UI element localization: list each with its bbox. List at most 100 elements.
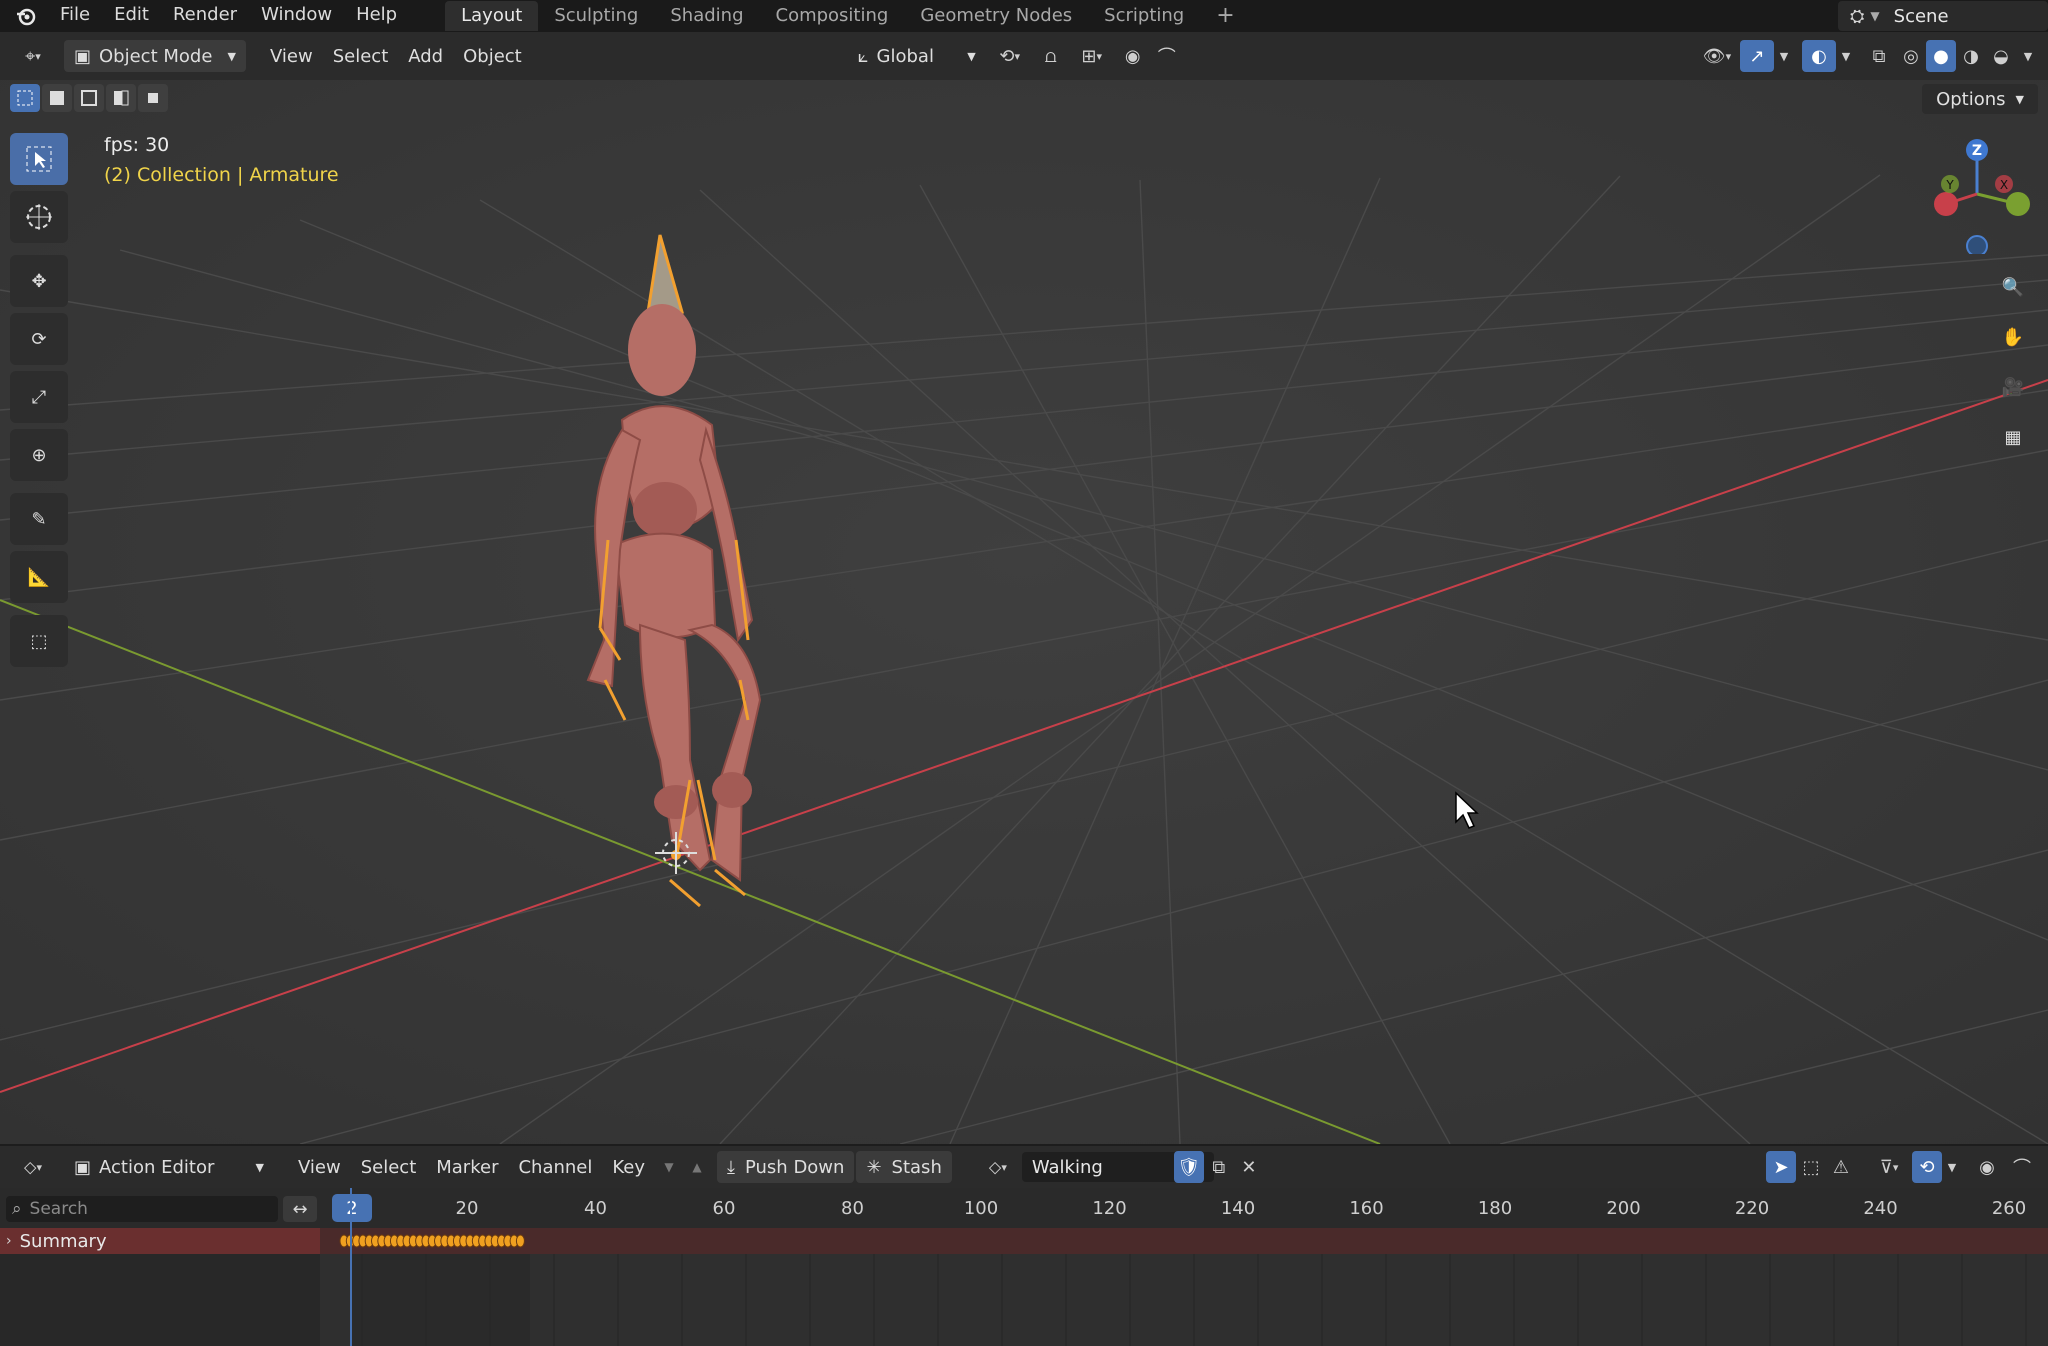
move-tool-icon[interactable]: ✥ xyxy=(10,255,68,307)
tab-geometry-nodes[interactable]: Geometry Nodes xyxy=(904,1,1088,31)
menu-render[interactable]: Render xyxy=(161,0,249,32)
menu-edit[interactable]: Edit xyxy=(102,0,161,32)
snap-keyframes-icon[interactable]: ⟲ xyxy=(1912,1151,1942,1183)
blender-logo-icon[interactable] xyxy=(8,0,44,32)
annotate-tool-icon[interactable]: ✎ xyxy=(10,493,68,545)
rotate-tool-icon[interactable]: ⟳ xyxy=(10,313,68,365)
chevron-down-icon: ▼ xyxy=(2015,92,2024,106)
action-browse-icon[interactable]: ⬦ ▾ xyxy=(974,1151,1022,1183)
chevron-down-icon: ▼ xyxy=(1870,9,1880,23)
editor-type-icon[interactable]: ⬦ ▾ xyxy=(10,1151,56,1183)
chevron-down-icon[interactable]: ▼ xyxy=(2016,40,2040,72)
menu-object[interactable]: Object xyxy=(453,40,532,72)
frame-ruler[interactable]: ⌕ Search ↔ 2 20 40 60 80 100 120 140 160 180 200 2… xyxy=(0,1188,2048,1228)
channel-search-input[interactable]: ⌕ Search xyxy=(6,1196,278,1222)
3d-viewport[interactable]: ✥ ⟳ ⤢ ⊕ ✎ 📐 ⬚ fps: 30 (2) Collection | A… xyxy=(0,80,2048,1144)
options-dropdown[interactable]: Options ▼ xyxy=(1922,84,2038,114)
tab-compositing[interactable]: Compositing xyxy=(760,1,905,31)
select-new-icon[interactable] xyxy=(10,84,40,112)
select-subtract-icon[interactable] xyxy=(74,84,104,112)
pan-hand-icon[interactable]: ✋ xyxy=(1992,316,2034,358)
chevron-down-icon[interactable]: ▼ xyxy=(1774,40,1794,72)
proportional-edit-icon[interactable]: ◉ xyxy=(1972,1151,2002,1183)
editor-mode-selector[interactable]: ▣ Action Editor ▼ xyxy=(64,1151,274,1183)
visibility-icon[interactable]: 👁 ▾ xyxy=(1694,40,1740,72)
tool-shelf: ✥ ⟳ ⤢ ⊕ ✎ 📐 ⬚ xyxy=(10,133,72,667)
perspective-grid-icon[interactable]: ▦ xyxy=(1992,416,2034,458)
solid-shading-icon[interactable]: ● xyxy=(1926,40,1956,72)
keyframe-strip[interactable] xyxy=(320,1228,2048,1254)
editor-type-icon[interactable]: ⌖ ▾ xyxy=(10,40,56,72)
menu-select[interactable]: Select xyxy=(323,40,399,72)
summary-channel[interactable]: › Summary xyxy=(0,1228,320,1254)
select-extend-icon[interactable] xyxy=(42,84,72,112)
editor-mode-icon: ▣ xyxy=(74,1156,92,1178)
only-errors-icon[interactable]: ⚠ xyxy=(1826,1151,1856,1183)
playhead-line[interactable] xyxy=(350,1188,352,1346)
add-workspace-button[interactable]: + xyxy=(1200,1,1250,31)
unlink-action-icon[interactable]: ✕ xyxy=(1234,1151,1264,1183)
xray-icon[interactable]: ⧉ xyxy=(1862,40,1896,72)
overlay-toggle-icon[interactable]: ◐ xyxy=(1802,40,1836,72)
menu-help[interactable]: Help xyxy=(344,0,409,32)
menu-marker[interactable]: Marker xyxy=(426,1151,508,1183)
add-cube-tool-icon[interactable]: ⬚ xyxy=(10,615,68,667)
scale-tool-icon[interactable]: ⤢ xyxy=(10,371,68,423)
duplicate-action-icon[interactable]: ⧉ xyxy=(1204,1151,1234,1183)
select-invert-icon[interactable] xyxy=(106,84,136,112)
layer-up-icon[interactable]: ▲ xyxy=(683,1151,711,1183)
zoom-icon[interactable]: 🔍 xyxy=(1992,266,2034,308)
scene-selector[interactable]: ⛭ ▼ Scene xyxy=(1838,1,2048,31)
cursor-tool-icon[interactable] xyxy=(10,191,68,243)
select-box-tool-icon[interactable] xyxy=(10,133,68,185)
ruler-tick-label: 160 xyxy=(1349,1198,1384,1219)
chevron-down-icon[interactable]: ▼ xyxy=(1836,40,1856,72)
snap-icon[interactable]: ⩍ xyxy=(1034,40,1068,72)
push-down-button[interactable]: ⤓ Push Down xyxy=(717,1151,855,1183)
material-shading-icon[interactable]: ◑ xyxy=(1956,40,1986,72)
menu-file[interactable]: File xyxy=(48,0,102,32)
menu-view[interactable]: View xyxy=(260,40,323,72)
only-selected-icon[interactable]: ➤ xyxy=(1766,1151,1796,1183)
show-hidden-icon[interactable]: ⬚ xyxy=(1796,1151,1826,1183)
menu-view[interactable]: View xyxy=(288,1151,351,1183)
transform-tool-icon[interactable]: ⊕ xyxy=(10,429,68,481)
gizmo-toggle-icon[interactable]: ↗ xyxy=(1740,40,1774,72)
proportional-edit-icon[interactable]: ◉ xyxy=(1116,40,1150,72)
swap-arrows-icon[interactable]: ↔ xyxy=(283,1196,317,1222)
menu-channel[interactable]: Channel xyxy=(508,1151,602,1183)
filter-icon[interactable]: ⊽ ▾ xyxy=(1866,1151,1912,1183)
mode-selector[interactable]: ▣ Object Mode ▼ xyxy=(64,40,246,72)
tab-sculpting[interactable]: Sculpting xyxy=(538,1,654,31)
ruler-tick-label: 200 xyxy=(1606,1198,1641,1219)
chevron-down-icon[interactable]: ▼ xyxy=(1942,1151,1962,1183)
rendered-shading-icon[interactable]: ◒ xyxy=(1986,40,2016,72)
orientation-selector[interactable]: ⟀ Global ▼ xyxy=(848,40,986,72)
layer-down-icon[interactable]: ▼ xyxy=(655,1151,683,1183)
stash-button[interactable]: ✳ Stash xyxy=(856,1151,952,1183)
measure-tool-icon[interactable]: 📐 xyxy=(10,551,68,603)
falloff-icon[interactable]: ⌒ xyxy=(2002,1151,2042,1183)
tab-shading[interactable]: Shading xyxy=(654,1,759,31)
viewport-scene xyxy=(0,80,2048,1144)
select-intersect-icon[interactable] xyxy=(138,84,168,112)
pivot-icon[interactable]: ⟲ ▾ xyxy=(986,40,1034,72)
menu-key[interactable]: Key xyxy=(602,1151,655,1183)
menu-add[interactable]: Add xyxy=(398,40,453,72)
current-frame-indicator[interactable]: 2 xyxy=(332,1194,372,1222)
menu-window[interactable]: Window xyxy=(249,0,344,32)
ruler-tick-label: 240 xyxy=(1863,1198,1898,1219)
tab-layout[interactable]: Layout xyxy=(445,1,539,31)
snap-target-icon[interactable]: ⊞ ▾ xyxy=(1068,40,1116,72)
keyframe-marker xyxy=(515,1234,525,1248)
menu-select[interactable]: Select xyxy=(351,1151,427,1183)
fake-user-shield-icon[interactable]: 🛡 xyxy=(1173,1151,1204,1183)
tab-scripting[interactable]: Scripting xyxy=(1088,1,1200,31)
navigation-gizmo[interactable]: Z X Y xyxy=(1924,134,2034,254)
wireframe-shading-icon[interactable]: ◎ xyxy=(1896,40,1926,72)
ruler-tick-label: 120 xyxy=(1092,1198,1127,1219)
camera-view-icon[interactable]: 🎥 xyxy=(1992,366,2034,408)
chevron-down-icon: ▼ xyxy=(255,1160,264,1174)
falloff-icon[interactable]: ⌒ xyxy=(1150,40,1184,72)
keyframe-area[interactable] xyxy=(320,1188,2048,1346)
